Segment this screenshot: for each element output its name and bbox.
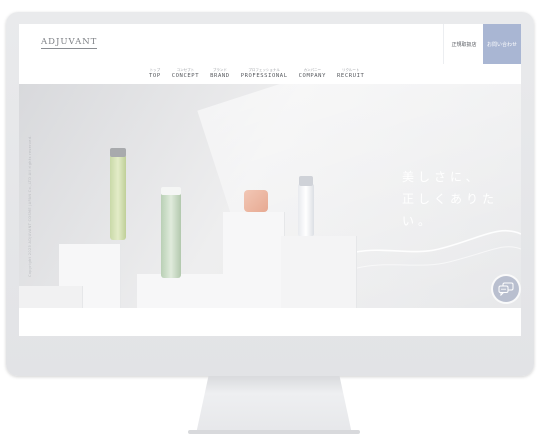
display-plinth-front (19, 286, 83, 308)
display-plinth-center (223, 212, 285, 308)
product-jar-pink (244, 190, 268, 212)
display-plinth-right (281, 236, 357, 308)
product-bottle-mint (161, 192, 181, 278)
nav-label: RECRUIT (337, 73, 365, 79)
nav-label: BRAND (210, 73, 230, 79)
nav-item-recruit[interactable]: リクルート RECRUIT (337, 68, 364, 80)
nav-item-brand[interactable]: ブランド BRAND (210, 68, 230, 80)
contact-button[interactable]: お問い合わせ (483, 24, 521, 64)
catch-line-2: 正しくありたい。 (402, 192, 499, 228)
monitor-stand-base (188, 430, 360, 434)
monitor-frame: ADJUVANT 正規取扱店 お問い合わせ トップ TOP コンセプト CONC… (6, 12, 534, 376)
browser-screen: ADJUVANT 正規取扱店 お問い合わせ トップ TOP コンセプト CONC… (19, 24, 521, 336)
nav-item-concept[interactable]: コンセプト CONCEPT (172, 68, 199, 80)
nav-label: COMPANY (298, 73, 327, 79)
product-bottle-green-tall (110, 154, 126, 240)
product-bottle-white (298, 184, 314, 236)
nav-label: CONCEPT (171, 73, 200, 79)
site-header: ADJUVANT 正規取扱店 お問い合わせ トップ TOP コンセプト CONC… (19, 24, 521, 84)
chat-button[interactable] (493, 276, 519, 302)
catch-line-1: 美しさに、 (402, 170, 482, 184)
nav-label: TOP (149, 73, 161, 79)
hero-visual: Copyright 2023 ADJUVANT COSME JAPAN Co.,… (19, 84, 521, 308)
monitor-stand (196, 376, 352, 434)
content-strip (19, 308, 521, 336)
display-plinth-tall (137, 274, 225, 308)
nav-item-professional[interactable]: プロフェッショナル PROFESSIONAL (241, 68, 288, 80)
nav-item-company[interactable]: カンパニー COMPANY (299, 68, 326, 80)
main-nav: トップ TOP コンセプト CONCEPT ブランド BRAND プロフェッショ… (149, 68, 364, 80)
site-logo[interactable]: ADJUVANT (41, 37, 98, 49)
product-bottle-white-cap (299, 176, 313, 186)
nav-label: PROFESSIONAL (240, 73, 288, 79)
chat-bubble-icon (498, 282, 514, 296)
product-bottle-cap (110, 148, 126, 157)
product-bottle-mint-cap (161, 187, 181, 195)
store-locator-button[interactable]: 正規取扱店 (443, 24, 484, 64)
nav-item-top[interactable]: トップ TOP (149, 68, 161, 80)
hero-catchphrase: 美しさに、 正しくありたい。 (402, 166, 521, 232)
